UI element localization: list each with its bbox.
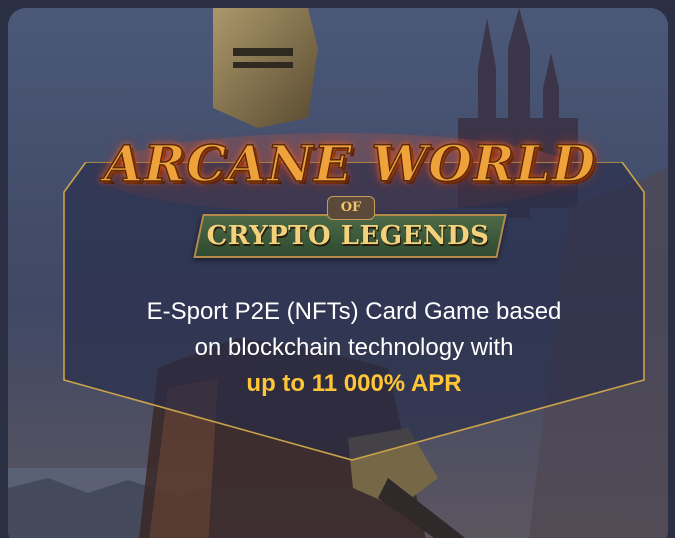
hero-card: ARCANE WORLD CRYPTO LEGENDS OF E-Sport P… <box>8 8 668 538</box>
apr-highlight: up to 11 000% APR <box>246 370 462 397</box>
logo-subtitle: CRYPTO LEGENDS <box>206 221 490 251</box>
description-line-1: E-Sport P2E (NFTs) Card Game based <box>146 298 562 325</box>
logo-title: ARCANE WORLD <box>103 133 596 194</box>
description: E-Sport P2E (NFTs) Card Game based on bl… <box>80 294 628 402</box>
game-logo: ARCANE WORLD CRYPTO LEGENDS OF <box>80 116 620 258</box>
description-line-2: on blockchain technology with <box>194 334 514 361</box>
promo-banner: ARCANE WORLD CRYPTO LEGENDS OF E-Sport P… <box>0 0 675 538</box>
logo-of-badge: OF <box>327 196 375 220</box>
